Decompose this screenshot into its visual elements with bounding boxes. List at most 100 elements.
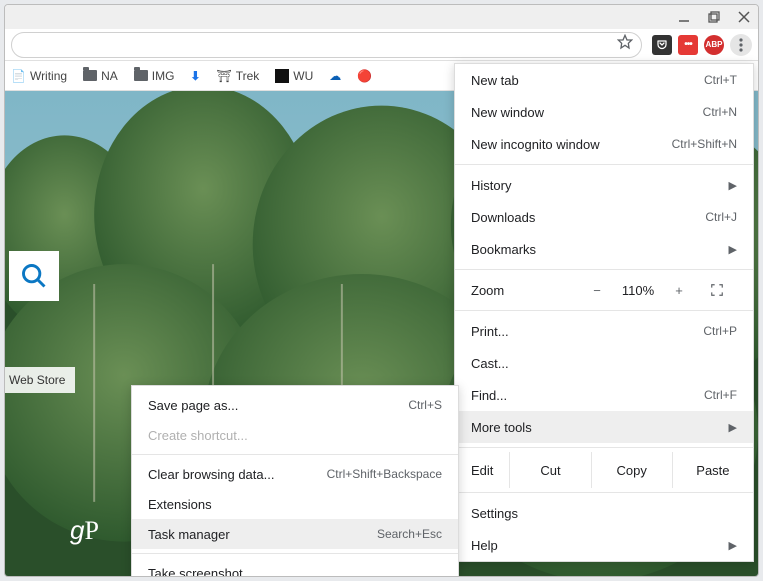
- adblock-extension-icon[interactable]: ABP: [704, 35, 724, 55]
- folder-icon: 📄: [11, 69, 26, 83]
- onedrive-icon: ☁: [329, 69, 341, 83]
- zoom-out-button[interactable]: −: [579, 283, 615, 298]
- search-icon: [20, 262, 48, 290]
- bookmark-label: Trek: [236, 69, 260, 83]
- download-icon: ⬇: [190, 69, 200, 83]
- bookmark-star-icon[interactable]: [617, 34, 633, 55]
- photos-icon: 🔴: [357, 69, 372, 83]
- menu-label: New tab: [471, 73, 519, 88]
- browser-window: ••• ABP 📄 Writing NA IMG ⬇ ⛩Trek WU ☁ 🔴: [4, 4, 759, 577]
- menu-label: Print...: [471, 324, 509, 339]
- menu-label: Clear browsing data...: [148, 467, 274, 482]
- zoom-in-button[interactable]: +: [661, 283, 697, 298]
- menu-label: Bookmarks: [471, 242, 536, 257]
- submenu-arrow-icon: ▶: [729, 421, 737, 434]
- bookmark-trek[interactable]: ⛩Trek: [216, 69, 259, 83]
- menu-shortcut: Ctrl+Shift+N: [672, 137, 737, 151]
- wu-icon: [275, 69, 289, 83]
- edit-cut-button[interactable]: Cut: [510, 452, 591, 488]
- menu-label: Extensions: [148, 497, 212, 512]
- menu-shortcut: Ctrl+J: [705, 210, 737, 224]
- menu-bookmarks[interactable]: Bookmarks ▶: [455, 233, 753, 265]
- address-bar-row: ••• ABP: [5, 29, 758, 61]
- submenu-task-manager[interactable]: Task manager Search+Esc: [132, 519, 458, 549]
- menu-separator: [455, 447, 753, 448]
- menu-shortcut: Ctrl+Shift+Backspace: [327, 467, 442, 481]
- menu-label: Downloads: [471, 210, 535, 225]
- extension-icons: ••• ABP: [652, 35, 724, 55]
- edit-label: Paste: [696, 463, 729, 478]
- menu-new-tab[interactable]: New tab Ctrl+T: [455, 64, 753, 96]
- menu-label: Task manager: [148, 527, 230, 542]
- menu-downloads[interactable]: Downloads Ctrl+J: [455, 201, 753, 233]
- folder-icon: [134, 70, 148, 81]
- bookmark-writing[interactable]: 📄 Writing: [11, 69, 67, 83]
- bookmark-label: Writing: [30, 69, 67, 83]
- menu-new-window[interactable]: New window Ctrl+N: [455, 96, 753, 128]
- menu-edit-row: Edit Cut Copy Paste: [455, 452, 753, 488]
- menu-separator: [455, 164, 753, 165]
- gp-watermark: gP: [70, 515, 99, 546]
- search-tile[interactable]: [9, 251, 59, 301]
- menu-label: Cast...: [471, 356, 509, 371]
- lastpass-extension-icon[interactable]: •••: [678, 35, 698, 55]
- submenu-extensions[interactable]: Extensions: [132, 489, 458, 519]
- edit-label: Copy: [617, 463, 647, 478]
- menu-shortcut: Ctrl+S: [408, 398, 442, 412]
- menu-separator: [455, 269, 753, 270]
- submenu-create-shortcut: Create shortcut...: [132, 420, 458, 450]
- bookmark-download[interactable]: ⬇: [190, 69, 200, 83]
- menu-shortcut: Ctrl+T: [704, 73, 737, 87]
- menu-shortcut: Ctrl+N: [703, 105, 737, 119]
- bookmark-photos[interactable]: 🔴: [357, 69, 372, 83]
- bookmark-wu[interactable]: WU: [275, 69, 313, 83]
- menu-history[interactable]: History▶: [455, 169, 753, 201]
- menu-label: New window: [471, 105, 544, 120]
- minimize-button[interactable]: [676, 9, 692, 25]
- bookmark-label: NA: [101, 69, 118, 83]
- menu-more-tools[interactable]: More tools ▶: [455, 411, 753, 443]
- omnibox[interactable]: [11, 32, 642, 58]
- close-button[interactable]: [736, 9, 752, 25]
- menu-label: Save page as...: [148, 398, 238, 413]
- title-bar: [5, 5, 758, 29]
- edit-paste-button[interactable]: Paste: [673, 452, 753, 488]
- chrome-menu-button[interactable]: [730, 34, 752, 56]
- edit-label: Cut: [540, 463, 560, 478]
- menu-new-incognito[interactable]: New incognito windowCtrl+Shift+N: [455, 128, 753, 160]
- bookmark-onedrive[interactable]: ☁: [329, 69, 341, 83]
- submenu-arrow-icon: ▶: [729, 539, 737, 552]
- more-tools-submenu: Save page as... Ctrl+S Create shortcut...…: [131, 385, 459, 577]
- menu-label: Edit: [455, 463, 509, 478]
- menu-cast[interactable]: Cast...: [455, 347, 753, 379]
- menu-shortcut: Ctrl+P: [703, 324, 737, 338]
- bookmark-na[interactable]: NA: [83, 69, 118, 83]
- menu-separator: [455, 310, 753, 311]
- menu-shortcut: Search+Esc: [377, 527, 442, 541]
- submenu-take-screenshot[interactable]: Take screenshot: [132, 558, 458, 577]
- webstore-tile[interactable]: Web Store: [5, 367, 75, 393]
- menu-zoom-row: Zoom − 110% +: [455, 274, 753, 306]
- menu-label: Create shortcut...: [148, 428, 248, 443]
- menu-shortcut: Ctrl+F: [704, 388, 737, 402]
- submenu-save-page[interactable]: Save page as... Ctrl+S: [132, 390, 458, 420]
- menu-separator: [132, 553, 458, 554]
- edit-copy-button[interactable]: Copy: [592, 452, 673, 488]
- menu-print[interactable]: Print... Ctrl+P: [455, 315, 753, 347]
- fullscreen-button[interactable]: [697, 283, 737, 297]
- pocket-extension-icon[interactable]: [652, 35, 672, 55]
- menu-label: Take screenshot: [148, 566, 243, 578]
- menu-separator: [455, 492, 753, 493]
- menu-help[interactable]: Help▶: [455, 529, 753, 561]
- menu-label: More tools: [471, 420, 532, 435]
- menu-label: Settings: [471, 506, 518, 521]
- maximize-button[interactable]: [706, 9, 722, 25]
- menu-find[interactable]: Find...Ctrl+F: [455, 379, 753, 411]
- menu-settings[interactable]: Settings: [455, 497, 753, 529]
- chrome-main-menu: New tab Ctrl+T New window Ctrl+N New incog…: [454, 63, 754, 562]
- zoom-value: 110%: [615, 283, 661, 298]
- submenu-clear-data[interactable]: Clear browsing data... Ctrl+Shift+Backspa…: [132, 459, 458, 489]
- bookmark-img[interactable]: IMG: [134, 69, 175, 83]
- submenu-arrow-icon: ▶: [729, 179, 737, 192]
- submenu-arrow-icon: ▶: [729, 243, 737, 256]
